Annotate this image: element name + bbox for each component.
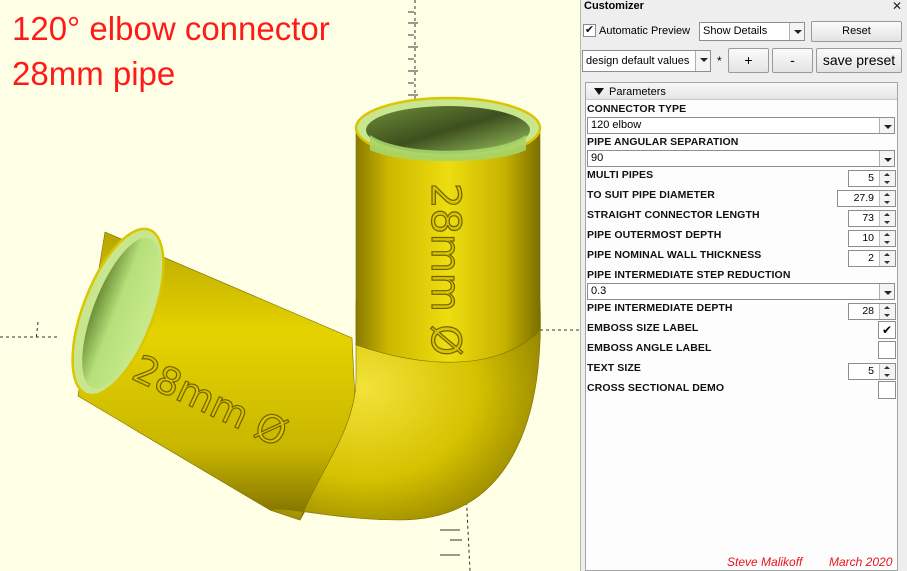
remove-preset-button[interactable]: - [772,48,813,73]
3d-viewport[interactable]: 28mm Ø 28mm Ø 120° elbow connector 28mm … [0,0,580,571]
param-label-connector-type: CONNECTOR TYPE [587,103,687,115]
chevron-down-icon [879,118,894,133]
param-label-emboss-size: EMBOSS SIZE LABEL [587,322,699,334]
emboss-angle-checkbox[interactable] [878,341,896,359]
show-details-value: Show Details [703,25,768,37]
credit-author: Steve Malikoff [727,555,803,569]
spin-down-icon[interactable] [880,304,896,319]
param-label-straight-connector-length: STRAIGHT CONNECTOR LENGTH [587,209,760,221]
reset-button[interactable]: Reset [811,21,902,42]
text-size-spinbox[interactable]: 5 [848,363,896,380]
add-preset-button[interactable]: + [728,48,769,73]
param-label-pipe-outermost-depth: PIPE OUTERMOST DEPTH [587,229,722,241]
pipe-wall-thickness-value: 2 [868,252,874,264]
preset-value: design default values [586,55,690,67]
spin-down-icon[interactable] [880,251,896,266]
text-size-value: 5 [868,365,874,377]
emboss-label-vertical: 28mm Ø [422,183,468,356]
param-label-emboss-angle: EMBOSS ANGLE LABEL [587,342,712,354]
spin-down-icon[interactable] [880,364,896,379]
pipe-outermost-depth-value: 10 [862,232,874,244]
title-line-2: 28mm pipe [12,55,176,92]
emboss-size-checkbox[interactable]: ✔ [878,321,896,339]
pipe-diameter-spinbox[interactable]: 27.9 [837,190,896,207]
param-label-intermediate-depth: PIPE INTERMEDIATE DEPTH [587,302,733,314]
connector-type-select[interactable]: 120 elbow [587,117,895,134]
chevron-down-icon [695,51,710,71]
step-reduction-value: 0.3 [591,285,607,297]
close-icon[interactable]: ✕ [892,0,902,13]
credit-date: March 2020 [829,555,893,569]
pipe-angular-separation-select[interactable]: 90 [587,150,895,167]
parameters-header-label: Parameters [609,86,666,98]
show-details-select[interactable]: Show Details [699,22,805,41]
preset-select[interactable]: design default values [582,50,711,72]
cross-sectional-demo-checkbox[interactable] [878,381,896,399]
pipe-wall-thickness-spinbox[interactable]: 2 [848,250,896,267]
spin-down-icon[interactable] [880,171,896,186]
customizer-title: Customizer [584,0,644,12]
param-label-text-size: TEXT SIZE [587,362,641,374]
param-label-cross-sectional-demo: CROSS SECTIONAL DEMO [587,382,725,394]
title-line-1: 120° elbow connector [12,10,330,47]
intermediate-depth-value: 28 [862,305,874,317]
intermediate-depth-spinbox[interactable]: 28 [848,303,896,320]
spin-down-icon[interactable] [880,211,896,226]
save-preset-button[interactable]: save preset [816,48,902,73]
chevron-down-icon [789,23,804,40]
pipe-diameter-value: 27.9 [853,192,874,204]
param-label-step-reduction: PIPE INTERMEDIATE STEP REDUCTION [587,269,791,281]
automatic-preview-checkbox[interactable]: ✔ [583,24,596,37]
check-icon: ✔ [584,24,595,36]
pipe-angular-separation-value: 90 [591,152,604,164]
chevron-down-icon [879,151,894,166]
step-reduction-select[interactable]: 0.3 [587,283,895,300]
spin-down-icon[interactable] [880,231,896,246]
collapse-triangle-icon[interactable] [594,88,604,95]
customizer-header: Customizer ✕ [581,0,907,16]
automatic-preview-label: Automatic Preview [599,25,691,37]
multi-pipes-value: 5 [868,172,874,184]
connector-type-value: 120 elbow [591,119,642,131]
param-label-pipe-angular-separation: PIPE ANGULAR SEPARATION [587,136,739,148]
preset-modified-marker: * [717,54,722,68]
straight-connector-length-spinbox[interactable]: 73 [848,210,896,227]
param-label-multi-pipes: MULTI PIPES [587,169,654,181]
spin-down-icon[interactable] [880,191,896,206]
check-icon: ✔ [881,323,893,337]
pipe-outermost-depth-spinbox[interactable]: 10 [848,230,896,247]
param-label-pipe-wall-thickness: PIPE NOMINAL WALL THICKNESS [587,249,762,261]
param-label-pipe-diameter: TO SUIT PIPE DIAMETER [587,189,715,201]
chevron-down-icon [879,284,894,299]
multi-pipes-spinbox[interactable]: 5 [848,170,896,187]
straight-connector-length-value: 73 [862,212,874,224]
